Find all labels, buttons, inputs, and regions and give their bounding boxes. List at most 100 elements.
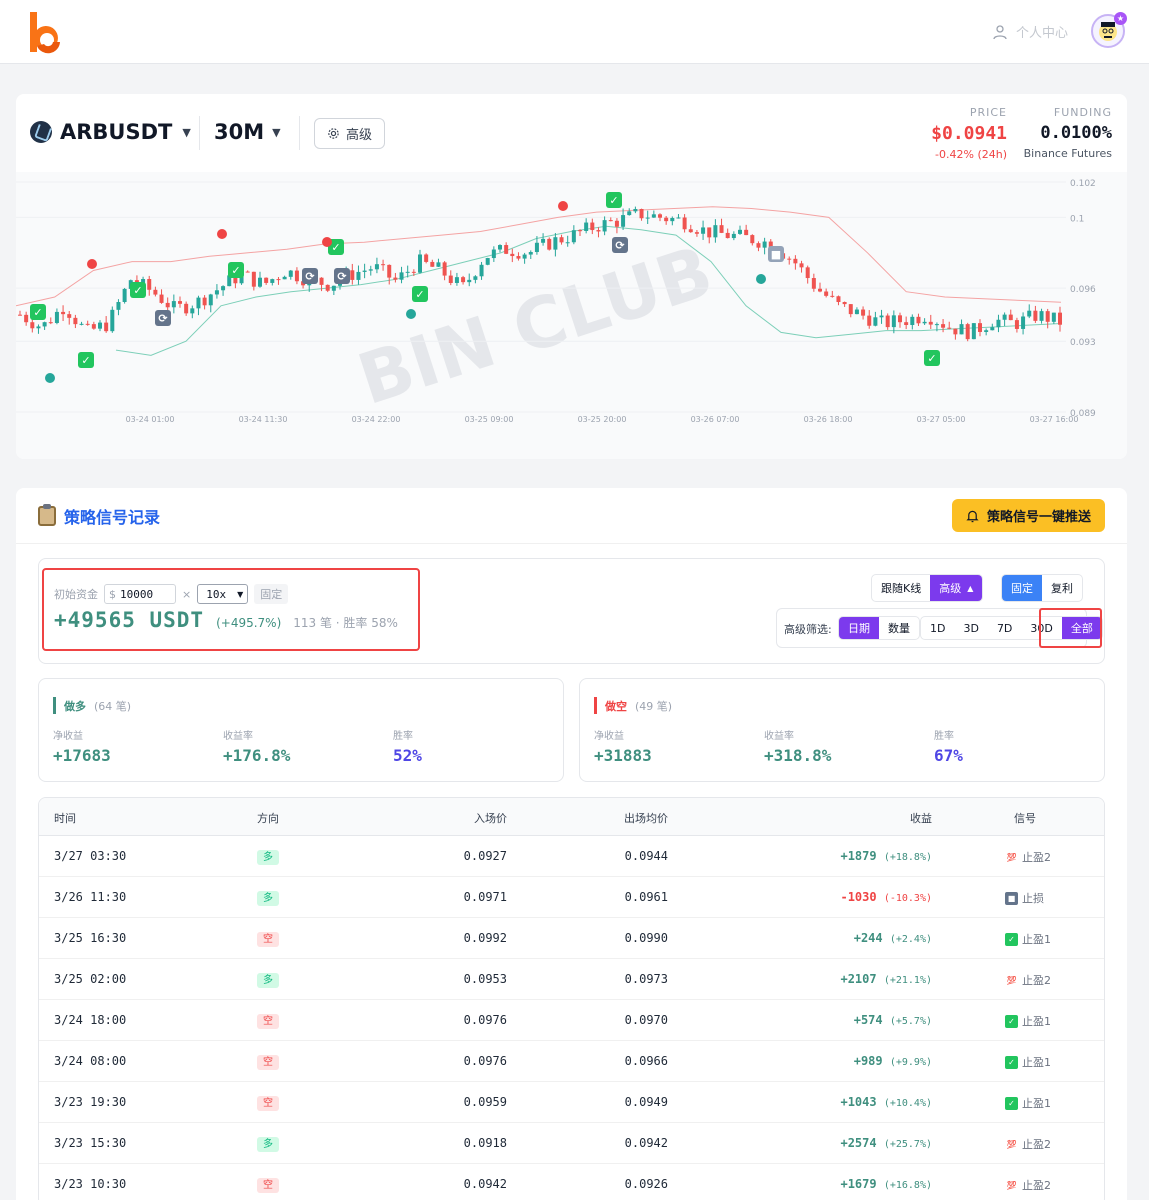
- funding-block: FUNDING 0.0100% Binance Futures: [1024, 106, 1112, 160]
- mode-fixed-button[interactable]: 固定: [1002, 575, 1042, 601]
- push-signals-button[interactable]: 策略信号一键推送: [952, 499, 1105, 532]
- mode-compound-button[interactable]: 复利: [1042, 575, 1082, 601]
- candle-body: [24, 314, 29, 323]
- brand-logo[interactable]: [26, 10, 66, 54]
- hundred-icon: 💯: [1005, 1137, 1018, 1151]
- symbol-selector[interactable]: ARBUSDT ▼: [30, 120, 191, 144]
- candle-body: [1058, 312, 1062, 325]
- header-entry: 入场价: [474, 812, 507, 825]
- range-3d-button[interactable]: 3D: [954, 617, 987, 639]
- check-icon: ✓: [1005, 932, 1018, 946]
- candle-body: [498, 245, 502, 250]
- price-block: PRICE $0.0941 -0.42% (24h): [931, 106, 1007, 161]
- table-row[interactable]: 3/25 16:30 空 0.0992 0.0990 +244 (+2.4%) ✓ 止盈1: [39, 918, 1104, 959]
- cell-pnl: +989 (+9.9%): [853, 1054, 932, 1068]
- cell-exit: 0.0990: [624, 931, 668, 945]
- chevron-down-icon: ▼: [272, 125, 281, 139]
- marker-glyph: ✓: [133, 284, 142, 297]
- cell-time: 3/25 02:00: [54, 972, 127, 986]
- bell-icon: [966, 510, 979, 522]
- candle-body: [608, 220, 613, 222]
- arbitrum-icon: [30, 121, 52, 143]
- cell-pnl: +1679 (+16.8%): [840, 1177, 932, 1191]
- filter-count-button[interactable]: 数量: [879, 617, 919, 639]
- follow-kline-button[interactable]: 跟随K线: [872, 575, 930, 601]
- candle-body: [793, 258, 798, 264]
- candle-body: [18, 314, 22, 316]
- candle-body: [1027, 310, 1032, 317]
- cell-exit: 0.0970: [624, 1013, 668, 1027]
- candle-body: [694, 232, 699, 234]
- cell-direction: 多: [257, 1135, 279, 1152]
- marker-glyph: ✓: [415, 288, 424, 301]
- cell-pnl-pct: (+21.1%): [883, 975, 932, 986]
- candle-body: [184, 303, 189, 314]
- buy-dot-icon: [756, 274, 766, 284]
- cell-direction: 多: [257, 971, 279, 988]
- candle-body: [996, 319, 1001, 328]
- table-row[interactable]: 3/24 18:00 空 0.0976 0.0970 +574 (+5.7%) ✓ 止盈1: [39, 1000, 1104, 1041]
- timeframe-selector[interactable]: 30M ▼: [214, 120, 281, 144]
- candle-body: [1014, 320, 1019, 329]
- candle-body: [104, 322, 109, 332]
- marker-glyph: ✓: [927, 352, 936, 365]
- candle-body: [639, 209, 644, 219]
- x-tick-label: 03-26 18:00: [804, 415, 853, 424]
- table-row[interactable]: 3/27 03:30 多 0.0927 0.0944 +1879 (+18.8%) 💯 止盈…: [39, 836, 1104, 877]
- candlestick-chart-svg[interactable]: BIN CLUB ✓ ✓ ✓ ✓ ✓ ✓ ✓ ✓ ⟳ ⟳ ⟳ ⟳ ■ 0.102 0.1 0.096 0.09…: [15, 172, 1127, 459]
- table-row[interactable]: 3/23 10:30 空 0.0942 0.0926 +1679 (+16.8%) 💯 止盈…: [39, 1164, 1104, 1200]
- check-icon: ✓: [1005, 1096, 1018, 1110]
- y-tick-label: 0.102: [1070, 179, 1096, 189]
- cell-time: 3/23 15:30: [54, 1136, 127, 1150]
- advanced-filter-button[interactable]: 高级 ▲: [930, 575, 983, 601]
- hundred-icon: 💯: [1005, 973, 1018, 987]
- candle-body: [258, 277, 262, 287]
- candle-body: [879, 315, 884, 318]
- table-row[interactable]: 3/25 02:00 多 0.0953 0.0973 +2107 (+21.1%) 💯 止盈…: [39, 959, 1104, 1000]
- filter-date-button[interactable]: 日期: [839, 617, 879, 639]
- advanced-settings-button[interactable]: 高级: [314, 118, 385, 149]
- candle-body: [251, 271, 256, 287]
- candle-body: [504, 245, 509, 254]
- candle-body: [411, 271, 416, 273]
- cell-exit: 0.0966: [624, 1054, 668, 1068]
- signal-label: 止盈1: [1022, 1097, 1051, 1110]
- candle-body: [1039, 311, 1044, 321]
- table-row[interactable]: 3/23 15:30 多 0.0918 0.0942 +2574 (+25.7%) 💯 止盈…: [39, 1123, 1104, 1164]
- long-net-stat: 净收益 +17683: [53, 727, 111, 765]
- table-row[interactable]: 3/23 19:30 空 0.0959 0.0949 +1043 (+10.4%) ✓ 止盈…: [39, 1082, 1104, 1123]
- table-row[interactable]: 3/26 11:30 多 0.0971 0.0961 -1030 (-10.3%) ■ 止损: [39, 877, 1104, 918]
- direction-tag: 空: [257, 1096, 279, 1111]
- marker-glyph: ⟳: [305, 270, 315, 283]
- sell-dot-icon: [558, 201, 568, 211]
- candle-body: [153, 289, 158, 295]
- signals-title: 策略信号记录: [38, 504, 160, 528]
- x-tick-label: 03-24 22:00: [352, 415, 401, 424]
- user-center-link[interactable]: 个人中心: [992, 22, 1068, 41]
- candle-body: [664, 217, 669, 222]
- x-tick-label: 03-24 01:00: [126, 415, 175, 424]
- cell-pnl-pct: (+16.8%): [883, 1180, 932, 1191]
- range-7d-button[interactable]: 7D: [988, 617, 1021, 639]
- table-row[interactable]: 3/24 08:00 空 0.0976 0.0966 +989 (+9.9%) ✓ 止盈1: [39, 1041, 1104, 1082]
- cell-entry: 0.0918: [463, 1136, 507, 1150]
- candle-body: [565, 242, 570, 244]
- cell-signal: 💯 止盈2: [1005, 1177, 1051, 1193]
- price-change: -0.42% (24h): [935, 148, 1007, 161]
- cell-time: 3/23 19:30: [54, 1095, 127, 1109]
- highlight-box: [42, 568, 420, 651]
- candle-body: [485, 258, 490, 265]
- chart-watermark: BIN CLUB: [349, 230, 722, 421]
- x-tick-label: 03-27 05:00: [917, 415, 966, 424]
- cell-direction: 多: [257, 848, 279, 865]
- range-1d-button[interactable]: 1D: [921, 617, 954, 639]
- candle-body: [362, 270, 367, 272]
- avatar[interactable]: ★: [1091, 12, 1127, 48]
- cell-exit: 0.0973: [624, 972, 668, 986]
- candle-body: [547, 238, 552, 250]
- candle-body: [442, 262, 447, 276]
- advanced-label: 高级: [345, 128, 372, 143]
- price-chart[interactable]: BIN CLUB ✓ ✓ ✓ ✓ ✓ ✓ ✓ ✓ ⟳ ⟳ ⟳ ⟳ ■ 0.102 0.1 0.096 0.09…: [15, 172, 1127, 459]
- candle-body: [744, 229, 749, 236]
- short-stats-header: 做空 (49 笔): [594, 697, 672, 714]
